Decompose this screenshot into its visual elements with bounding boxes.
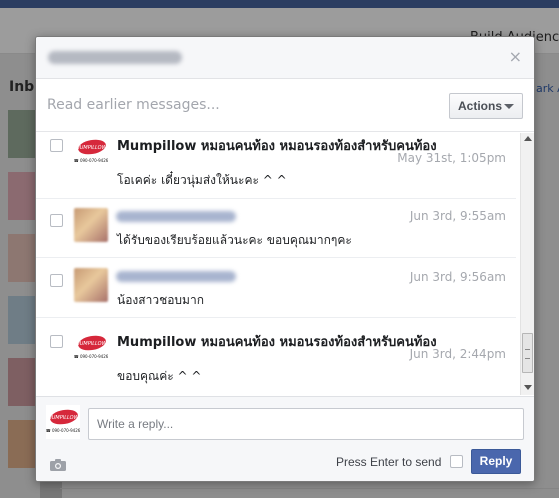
conversation-thumb[interactable] bbox=[8, 234, 36, 282]
svg-text:MUMPILLOW: MUMPILLOW bbox=[75, 341, 107, 347]
message-text: ได้รับของเรียบร้อยแล้วนะคะ ขอบคุณมากๆคะ bbox=[117, 233, 352, 247]
message-timestamp: Jun 3rd, 9:55am bbox=[409, 209, 506, 223]
conversation-thumb[interactable] bbox=[8, 296, 36, 344]
redacted-avatar bbox=[74, 208, 108, 242]
close-icon[interactable]: × bbox=[509, 48, 522, 66]
scroll-down-arrow-icon[interactable] bbox=[524, 385, 532, 390]
mark-link[interactable]: ark A bbox=[536, 82, 559, 95]
message-checkbox[interactable] bbox=[50, 214, 63, 227]
scroll-up-arrow-icon[interactable] bbox=[524, 136, 532, 141]
mumpillow-logo-avatar: MUMPILLOW ☎ 090-070-9426 bbox=[46, 405, 80, 439]
reply-button[interactable]: Reply bbox=[471, 449, 521, 474]
message-timestamp: May 31st, 1:05pm bbox=[397, 151, 506, 165]
top-bar bbox=[0, 0, 559, 8]
actions-label: Actions bbox=[458, 99, 503, 113]
svg-text:MUMPILLOW: MUMPILLOW bbox=[75, 145, 107, 151]
redacted-contact-name bbox=[48, 51, 182, 64]
press-enter-label: Press Enter to send bbox=[336, 455, 442, 469]
message-item: Jun 3rd, 9:56am น้องสาวชอบมาก bbox=[36, 258, 516, 318]
svg-text:☎ 090-070-9426: ☎ 090-070-9426 bbox=[46, 428, 80, 433]
message-checkbox[interactable] bbox=[50, 139, 63, 152]
conversation-thumb[interactable] bbox=[40, 480, 62, 498]
svg-text:MUMPILLOW: MUMPILLOW bbox=[47, 415, 79, 421]
message-list: MUMPILLOW ☎ 090-070-9426 Mumpillow หมอนค… bbox=[36, 133, 534, 395]
svg-text:☎ 090-070-9426: ☎ 090-070-9426 bbox=[74, 158, 108, 163]
caret-down-icon bbox=[504, 104, 514, 109]
conversation-thumb[interactable] bbox=[8, 110, 36, 158]
svg-text:☎ 090-070-9426: ☎ 090-070-9426 bbox=[74, 354, 108, 359]
mumpillow-logo-avatar: MUMPILLOW ☎ 090-070-9426 bbox=[74, 135, 108, 169]
reply-input[interactable] bbox=[88, 408, 524, 440]
redacted-sender-name bbox=[116, 271, 236, 282]
message-text: โอเคค่ะ เดี๋ยวนุ่มส่งให้นะคะ ^ ^ bbox=[117, 173, 287, 187]
scrollbar-thumb[interactable] bbox=[522, 333, 533, 373]
message-text: ขอบคุณค่ะ ^ ^ bbox=[117, 369, 202, 383]
dialog-toolbar: Read earlier messages... Actions bbox=[36, 80, 534, 132]
actions-dropdown-button[interactable]: Actions bbox=[449, 93, 523, 119]
message-timestamp: Jun 3rd, 9:56am bbox=[409, 270, 506, 284]
message-checkbox[interactable] bbox=[50, 274, 63, 287]
message-item: MUMPILLOW ☎ 090-070-9426 Mumpillow หมอนค… bbox=[36, 318, 516, 395]
sender-name[interactable]: Mumpillow หมอนคนท้อง หมอนรองท้องสำหรับคน… bbox=[117, 331, 437, 352]
mumpillow-logo-avatar: MUMPILLOW ☎ 090-070-9426 bbox=[74, 331, 108, 365]
message-text: น้องสาวชอบมาก bbox=[117, 293, 204, 307]
camera-icon[interactable] bbox=[50, 459, 66, 471]
read-earlier-link[interactable]: Read earlier messages... bbox=[47, 97, 220, 113]
message-dialog: × Read earlier messages... Actions MUMPI… bbox=[35, 36, 535, 482]
redacted-avatar bbox=[74, 268, 108, 302]
message-item: MUMPILLOW ☎ 090-070-9426 Mumpillow หมอนค… bbox=[36, 133, 516, 199]
conversation-thumb[interactable] bbox=[8, 358, 36, 406]
press-enter-checkbox[interactable] bbox=[450, 455, 463, 468]
divider bbox=[60, 488, 559, 489]
reply-composer: MUMPILLOW ☎ 090-070-9426 Press Enter to … bbox=[36, 396, 534, 481]
sender-name[interactable]: Mumpillow หมอนคนท้อง หมอนรองท้องสำหรับคน… bbox=[117, 135, 437, 156]
message-item: Jun 3rd, 9:55am ได้รับของเรียบร้อยแล้วนะ… bbox=[36, 199, 516, 258]
conversation-thumb[interactable] bbox=[8, 420, 36, 468]
message-scrollbar[interactable] bbox=[520, 133, 534, 395]
conversation-thumb[interactable] bbox=[8, 172, 36, 220]
redacted-sender-name bbox=[116, 211, 236, 222]
message-timestamp: Jun 3rd, 2:44pm bbox=[409, 347, 506, 361]
message-checkbox[interactable] bbox=[50, 335, 63, 348]
dialog-header: × bbox=[36, 37, 534, 79]
inbox-heading: Inb bbox=[9, 79, 35, 95]
